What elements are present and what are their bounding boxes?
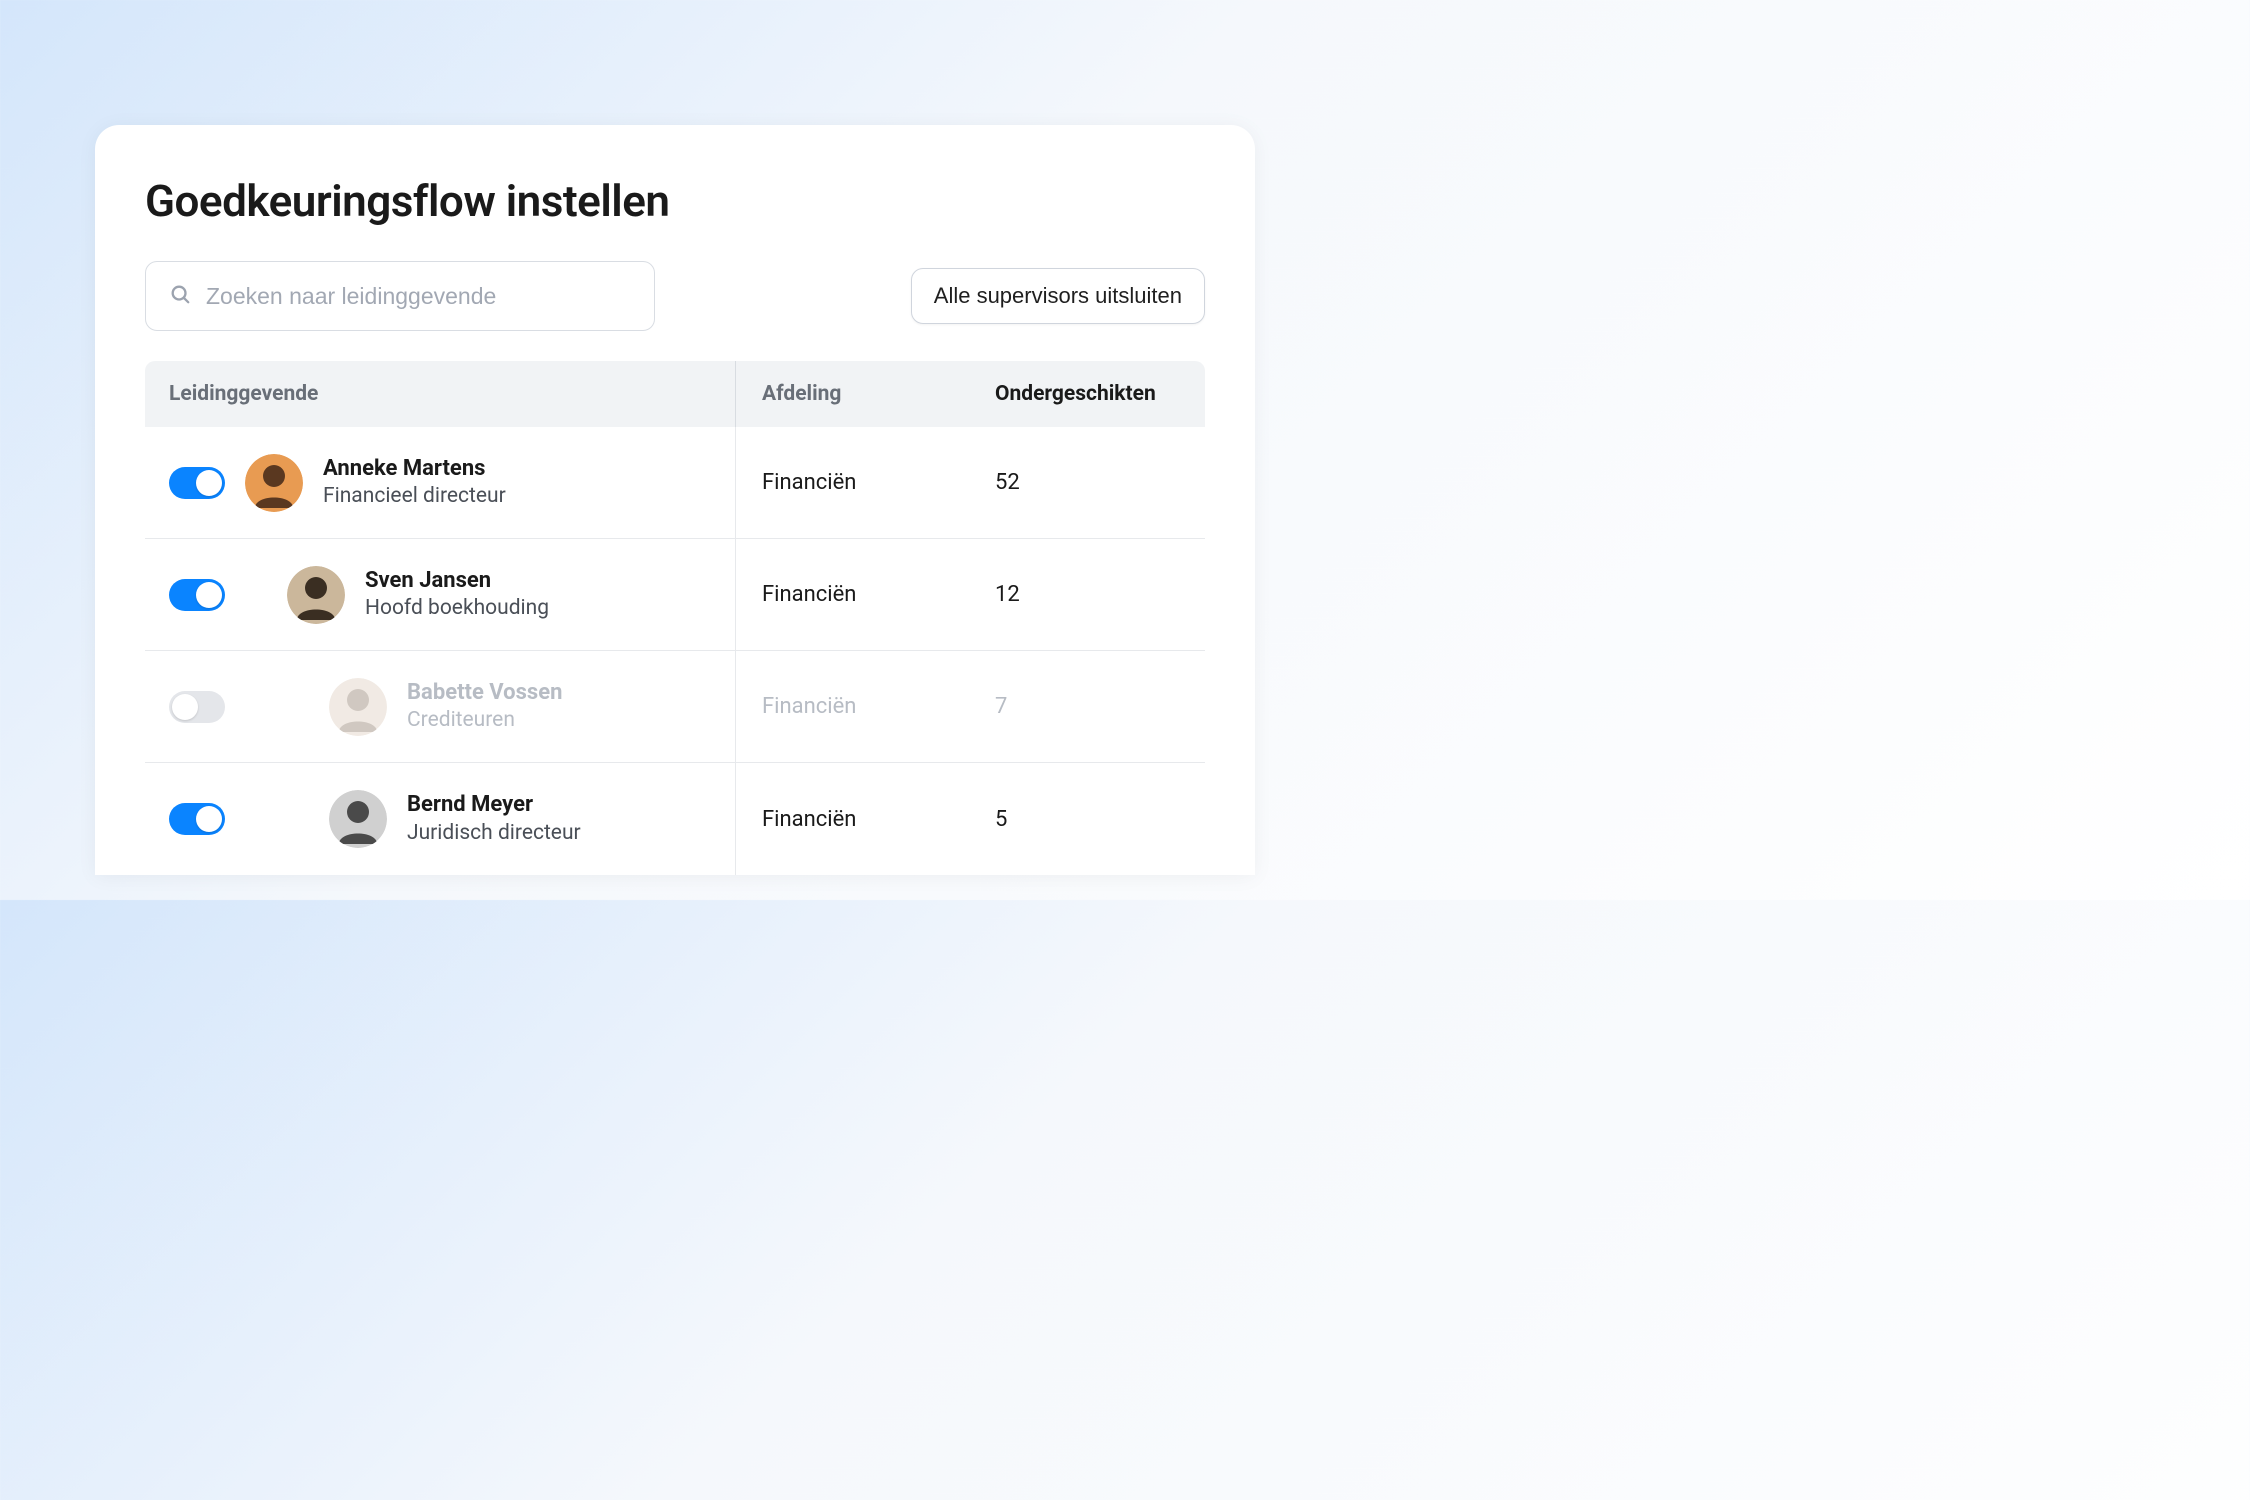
column-header-subordinates: Ondergeschikten xyxy=(985,382,1205,406)
leader-cell: Sven JansenHoofd boekhouding xyxy=(145,566,735,624)
table-row: Anneke MartensFinancieel directeurFinanc… xyxy=(145,427,1205,539)
search-wrapper xyxy=(145,261,655,331)
name-block: Babette VossenCrediteuren xyxy=(407,679,562,735)
avatar xyxy=(329,678,387,736)
column-header-leader: Leidinggevende xyxy=(145,382,735,406)
leader-cell: Bernd MeyerJuridisch directeur xyxy=(145,790,735,848)
settings-card: Goedkeuringsflow instellen Alle supervis… xyxy=(95,125,1255,875)
person-name: Bernd Meyer xyxy=(407,791,581,820)
leader-cell: Babette VossenCrediteuren xyxy=(145,678,735,736)
search-icon xyxy=(169,283,191,309)
toolbar: Alle supervisors uitsluiten xyxy=(145,261,1205,331)
department-cell: Financiën xyxy=(735,763,985,875)
name-block: Anneke MartensFinancieel directeur xyxy=(323,455,506,511)
department-cell: Financiën xyxy=(735,427,985,538)
name-block: Sven JansenHoofd boekhouding xyxy=(365,567,549,623)
table-header: Leidinggevende Afdeling Ondergeschikten xyxy=(145,361,1205,427)
leader-cell: Anneke MartensFinancieel directeur xyxy=(145,454,735,512)
table-row: Sven JansenHoofd boekhouding Financiën12 xyxy=(145,539,1205,651)
subordinates-cell: 52 xyxy=(985,470,1205,495)
department-cell: Financiën xyxy=(735,651,985,762)
page-title: Goedkeuringsflow instellen xyxy=(145,175,1205,227)
table-row: Babette VossenCrediteuren Financiën7 xyxy=(145,651,1205,763)
subordinates-cell: 7 xyxy=(985,694,1205,719)
search-input[interactable] xyxy=(145,261,655,331)
avatar xyxy=(245,454,303,512)
supervisors-table: Leidinggevende Afdeling Ondergeschikten … xyxy=(145,361,1205,875)
avatar xyxy=(329,790,387,848)
person-name: Sven Jansen xyxy=(365,567,549,596)
department-cell: Financiën xyxy=(735,539,985,650)
person-role: Juridisch directeur xyxy=(407,820,581,847)
person-name: Anneke Martens xyxy=(323,455,506,484)
column-header-department: Afdeling xyxy=(735,361,985,427)
table-body: Anneke MartensFinancieel directeurFinanc… xyxy=(145,427,1205,875)
enable-toggle[interactable] xyxy=(169,579,225,611)
name-block: Bernd MeyerJuridisch directeur xyxy=(407,791,581,847)
person-role: Crediteuren xyxy=(407,707,562,734)
person-name: Babette Vossen xyxy=(407,679,562,708)
person-role: Hoofd boekhouding xyxy=(365,595,549,622)
exclude-all-supervisors-button[interactable]: Alle supervisors uitsluiten xyxy=(911,268,1205,324)
enable-toggle[interactable] xyxy=(169,467,225,499)
enable-toggle[interactable] xyxy=(169,803,225,835)
subordinates-cell: 12 xyxy=(985,582,1205,607)
subordinates-cell: 5 xyxy=(985,807,1205,832)
avatar xyxy=(287,566,345,624)
person-role: Financieel directeur xyxy=(323,483,506,510)
enable-toggle[interactable] xyxy=(169,691,225,723)
table-row: Bernd MeyerJuridisch directeur Financiën5 xyxy=(145,763,1205,875)
